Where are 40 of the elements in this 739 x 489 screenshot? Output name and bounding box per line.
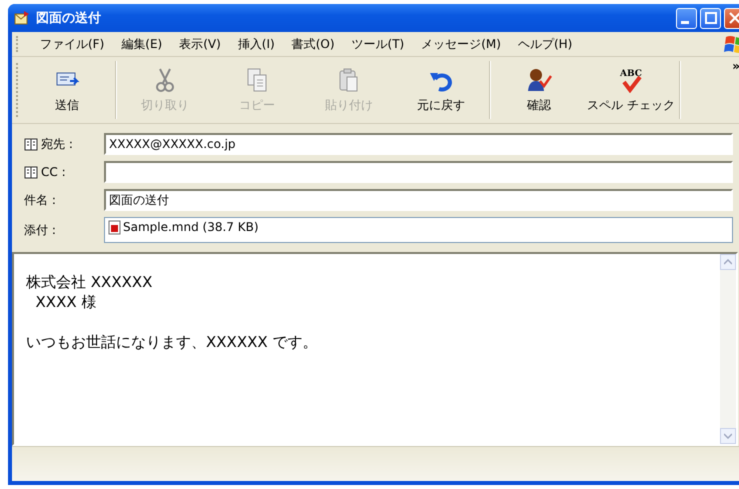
close-icon (728, 12, 739, 24)
menu-item[interactable]: ツール(T) (344, 32, 412, 56)
field-label: CC : (41, 165, 66, 179)
menu-item[interactable]: 書式(O) (284, 32, 342, 56)
close-button[interactable] (724, 8, 739, 28)
menu-item[interactable]: メッセージ(M) (414, 32, 508, 56)
maximize-icon (704, 12, 716, 24)
menu-item[interactable]: ヘルプ(H) (510, 32, 580, 56)
input-field[interactable] (104, 161, 733, 183)
undo-button[interactable]: 元に戻す (395, 57, 487, 123)
input-field[interactable]: 図面の送付 (104, 189, 733, 211)
body-text: 株式会社 XXXXXX (26, 272, 154, 292)
scroll-up-button[interactable] (720, 254, 736, 270)
field-label: 宛先 : (41, 136, 73, 152)
menu-item[interactable]: 編集(E) (114, 32, 170, 56)
address-book-icon (24, 137, 38, 151)
field-label: 件名 : (24, 192, 56, 208)
person-check-icon (526, 66, 552, 92)
more-button[interactable]: » (732, 59, 739, 73)
check-button[interactable]: 確認 (493, 57, 585, 123)
scrollbar[interactable] (720, 254, 736, 444)
menu-item[interactable]: 挿入(I) (230, 32, 282, 56)
address-book-icon (24, 165, 38, 179)
body-text: XXXX 様 (34, 292, 98, 312)
file-icon (108, 220, 121, 235)
menu-item[interactable]: ファイル(F) (33, 32, 112, 56)
scroll-down-button[interactable] (720, 428, 736, 444)
send-button[interactable]: 送信 (21, 57, 113, 123)
envelope-icon (14, 10, 30, 26)
maximize-button[interactable] (700, 8, 721, 28)
minimize-icon (681, 20, 689, 24)
body-text: いつもお世話になります、XXXXXX です。 (26, 332, 318, 352)
attachment-field[interactable]: Sample.mnd (38.7 KB) (104, 217, 733, 243)
minimize-button[interactable] (676, 8, 697, 28)
menu-item[interactable]: 表示(V) (172, 32, 228, 56)
attachment-name[interactable]: Sample.mnd (38.7 KB) (123, 220, 259, 234)
spell-button[interactable]: ABC スペル チェック (585, 57, 677, 123)
field-label: 添付 : (24, 222, 56, 238)
input-field[interactable]: XXXXX@XXXXX.co.jp (104, 133, 733, 155)
window-title: 図面の送付 (36, 10, 102, 27)
